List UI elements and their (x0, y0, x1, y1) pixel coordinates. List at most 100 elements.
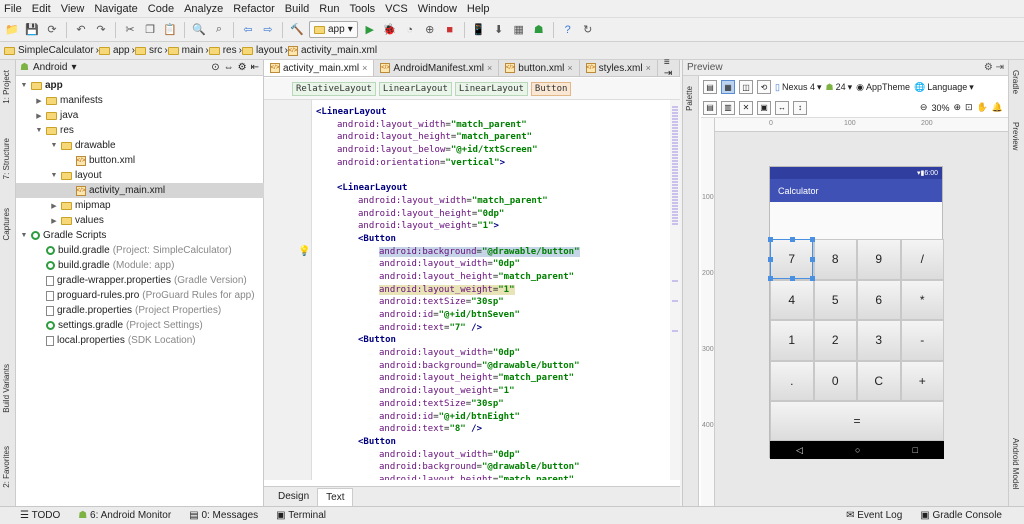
tree-item[interactable]: gradle.properties (Project Properties) (16, 303, 264, 318)
chevron-down-icon[interactable]: ▾ (71, 62, 76, 73)
calc-key[interactable]: / (900, 239, 944, 280)
key-equals[interactable]: = (770, 401, 944, 441)
undo-icon[interactable]: ↶ (73, 22, 89, 38)
restart-icon[interactable]: ↻ (580, 22, 596, 38)
editor-tab[interactable]: </> AndroidManifest.xml × (374, 60, 500, 76)
menu-build[interactable]: Build (285, 3, 309, 15)
tab-overflow-icon[interactable]: ≡ ⇥ (657, 57, 680, 79)
calc-key[interactable]: - (900, 320, 944, 361)
tool-button-terminal[interactable]: ▣ Terminal (276, 510, 326, 521)
resize-handle[interactable] (768, 257, 773, 262)
breadcrumb-item[interactable]: app (98, 45, 130, 56)
tree-item[interactable]: ▼ Gradle Scripts (16, 228, 264, 243)
tree-item[interactable]: gradle-wrapper.properties (Gradle Version… (16, 273, 264, 288)
infer-constraints-icon[interactable]: ▣ (757, 100, 771, 115)
menu-edit[interactable]: Edit (32, 3, 51, 15)
expand-vertical-icon[interactable]: ↕ (793, 100, 807, 115)
menu-navigate[interactable]: Navigate (94, 3, 137, 15)
tree-item[interactable]: ▶ java (16, 108, 264, 123)
breadcrumb-item[interactable]: res (208, 45, 237, 56)
calc-key[interactable]: 3 (857, 320, 901, 361)
tree-item[interactable]: </> activity_main.xml (16, 183, 264, 198)
editor-tab[interactable]: </> button.xml × (499, 60, 580, 76)
open-folder-icon[interactable]: 📁 (4, 22, 20, 38)
warnings-icon[interactable]: 🔔 (992, 102, 1003, 113)
api-select[interactable]: ☗ 24 ▾ (826, 82, 853, 93)
tree-item[interactable]: ▼ layout (16, 168, 264, 183)
tree-item[interactable]: build.gradle (Module: app) (16, 258, 264, 273)
resize-handle[interactable] (810, 257, 815, 262)
language-select[interactable]: 🌐 Language ▾ (914, 82, 974, 93)
forward-icon[interactable]: ⇨ (260, 22, 276, 38)
design-canvas[interactable]: 0 100 200 100 200 300 400 ▾▮ 6:00 Calcul… (701, 118, 1009, 506)
menu-help[interactable]: Help (467, 3, 490, 15)
android-monitor-icon[interactable]: ☗ (531, 22, 547, 38)
tree-item[interactable]: ▶ manifests (16, 93, 264, 108)
back-nav-icon[interactable]: ◁ (796, 445, 803, 456)
code-area[interactable]: <LinearLayout android:layout_width="match… (316, 106, 666, 480)
chevron-right-icon[interactable]: ▶ (50, 217, 58, 225)
tab-text[interactable]: Text (317, 487, 354, 506)
attach-debugger-icon[interactable]: ⊕ (422, 22, 438, 38)
calc-key[interactable]: 4 (770, 279, 814, 320)
help-icon[interactable]: ? (560, 22, 576, 38)
layout-design-icon[interactable]: ▤ (703, 80, 717, 94)
device-select[interactable]: ▯ Nexus 4 ▾ (775, 82, 822, 93)
close-icon[interactable]: × (567, 63, 572, 73)
breadcrumb-item[interactable]: SimpleCalculator (4, 45, 94, 56)
calc-key[interactable]: 6 (857, 279, 901, 320)
tool-button-gradle-console[interactable]: ▣ Gradle Console (920, 510, 1002, 521)
tree-item[interactable]: settings.gradle (Project Settings) (16, 318, 264, 333)
calc-key[interactable]: 5 (813, 279, 857, 320)
tree-item[interactable]: ▼ app (16, 78, 264, 93)
tree-item[interactable]: </> button.xml (16, 153, 264, 168)
tag-path-item[interactable]: LinearLayout (378, 81, 452, 96)
clear-constraints-icon[interactable]: ✕ (739, 100, 753, 115)
autoconnect-icon[interactable]: ▥ (721, 100, 735, 115)
tool-tab-gradle[interactable]: Gradle (1011, 70, 1020, 94)
menu-file[interactable]: File (4, 3, 22, 15)
tree-item[interactable]: ▶ values (16, 213, 264, 228)
run-config-select[interactable]: app ▾ (309, 21, 358, 38)
chevron-down-icon[interactable]: ▼ (35, 127, 43, 134)
back-icon[interactable]: ⇦ (240, 22, 256, 38)
theme-select[interactable]: ◉ AppTheme (856, 82, 910, 93)
sdk-manager-icon[interactable]: ⬇ (491, 22, 507, 38)
chevron-down-icon[interactable]: ▼ (50, 172, 58, 179)
resize-handle[interactable] (790, 276, 795, 281)
menu-window[interactable]: Window (418, 3, 457, 15)
tree-item[interactable]: ▶ mipmap (16, 198, 264, 213)
both-views-icon[interactable]: ◫ (739, 80, 753, 94)
tree-item[interactable]: local.properties (SDK Location) (16, 333, 264, 348)
collapse-all-icon[interactable]: ⇔ (224, 62, 234, 73)
chevron-right-icon[interactable]: ▶ (35, 112, 43, 120)
calc-key[interactable]: + (900, 360, 944, 401)
close-icon[interactable]: × (487, 63, 492, 73)
close-icon[interactable]: × (646, 63, 651, 73)
tree-item[interactable]: ▼ res (16, 123, 264, 138)
tool-tab-android-model[interactable]: Android Model (1011, 438, 1020, 490)
chevron-down-icon[interactable]: ▼ (20, 232, 28, 239)
scroll-from-source-icon[interactable]: ⊙ (211, 62, 219, 73)
stop-icon[interactable]: ■ (442, 22, 458, 38)
redo-icon[interactable]: ↷ (93, 22, 109, 38)
menu-run[interactable]: Run (319, 3, 339, 15)
tool-tab-favorites[interactable]: 2: Favorites (2, 446, 11, 488)
breadcrumb-item[interactable]: main (167, 45, 203, 56)
show-constraints-icon[interactable]: ▤ (703, 100, 717, 115)
orientation-icon[interactable]: ⟲ (757, 80, 771, 94)
resize-handle[interactable] (768, 237, 773, 242)
settings-icon[interactable]: ⚙ (238, 62, 247, 73)
calc-key[interactable]: 2 (813, 320, 857, 361)
avd-manager-icon[interactable]: 📱 (471, 22, 487, 38)
hide-panel-icon[interactable]: ⇤ (251, 62, 259, 73)
tool-tab-build-variants[interactable]: Build Variants (2, 364, 11, 413)
tree-item[interactable]: proguard-rules.pro (ProGuard Rules for ap… (16, 288, 264, 303)
zoom-fit-icon[interactable]: ⊡ (965, 102, 973, 113)
tag-path-item[interactable]: Button (530, 81, 572, 96)
calc-key[interactable]: 1 (770, 320, 814, 361)
paste-icon[interactable]: 📋 (162, 22, 178, 38)
replace-icon[interactable]: ⌕ (211, 22, 227, 38)
tool-button-todo[interactable]: ☰ TODO (20, 510, 60, 521)
cut-icon[interactable]: ✂ (122, 22, 138, 38)
